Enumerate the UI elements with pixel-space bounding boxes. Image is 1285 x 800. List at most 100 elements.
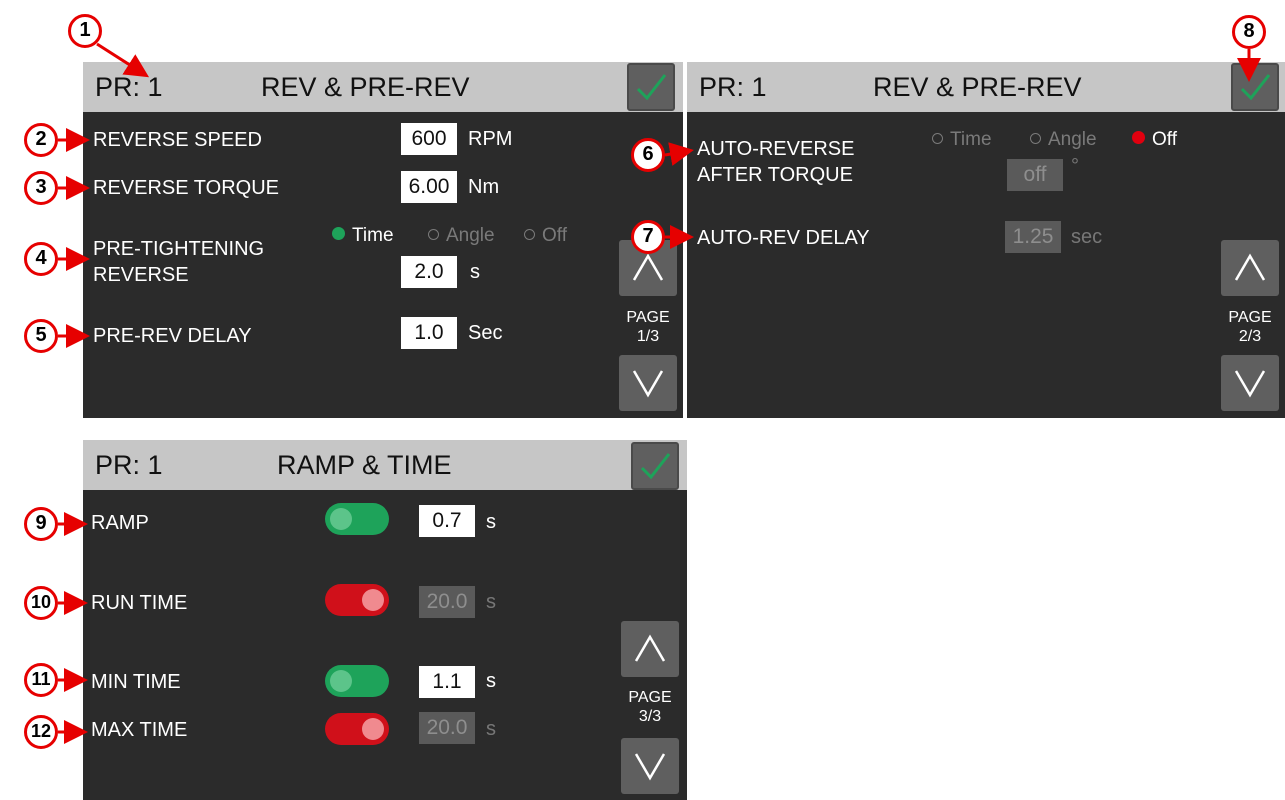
auto-reverse-input[interactable]: off [1007, 159, 1063, 191]
radio-dot-selected [332, 227, 345, 240]
page-number: 1/3 [636, 328, 660, 345]
reverse-speed-input[interactable]: 600 [401, 123, 457, 155]
check-icon [1240, 74, 1271, 101]
radio-dot [1030, 133, 1041, 144]
callout-12: 12 [24, 715, 58, 749]
confirm-button[interactable] [631, 442, 679, 490]
run-time-toggle[interactable] [325, 584, 389, 616]
callout-6: 6 [631, 138, 665, 172]
pre-tightening-unit: s [470, 261, 480, 283]
page-label: PAGE [628, 689, 672, 706]
radio-label: Time [950, 129, 992, 150]
toggle-knob [330, 508, 352, 530]
reverse-torque-label: REVERSE TORQUE [93, 177, 279, 199]
pre-tightening-radio-angle[interactable]: Angle [428, 225, 495, 247]
chevron-down-icon [1234, 370, 1266, 398]
confirm-button[interactable] [627, 63, 675, 111]
pre-tightening-label-2: REVERSE [93, 264, 189, 286]
page-up-button[interactable] [621, 621, 679, 677]
max-time-input[interactable]: 20.0 [419, 712, 475, 744]
ramp-unit: s [486, 511, 496, 533]
page-label: PAGE [1228, 309, 1272, 326]
callout-5: 5 [24, 319, 58, 353]
page-up-button[interactable] [1221, 240, 1279, 296]
ramp-input[interactable]: 0.7 [419, 505, 475, 537]
run-time-input[interactable]: 20.0 [419, 586, 475, 618]
page-indicator: PAGE 3/3 [615, 688, 685, 726]
callout-11: 11 [24, 663, 58, 697]
page-indicator: PAGE 2/3 [1215, 308, 1285, 346]
panel-rev-prerev-page1: PR: 1 REV & PRE-REV REVERSE SPEED 600 RP… [83, 62, 683, 418]
callout-2: 2 [24, 123, 58, 157]
run-time-label: RUN TIME [91, 592, 188, 614]
page-title: REV & PRE-REV [873, 72, 1082, 102]
auto-reverse-radio-off[interactable]: Off [1132, 129, 1177, 151]
chevron-up-icon [1234, 253, 1266, 281]
reverse-torque-input[interactable]: 6.00 [401, 171, 457, 203]
pre-tightening-input[interactable]: 2.0 [401, 256, 457, 288]
callout-9: 9 [24, 507, 58, 541]
radio-dot [524, 229, 535, 240]
page-title: RAMP & TIME [277, 450, 452, 480]
auto-rev-delay-unit: sec [1071, 226, 1103, 248]
auto-reverse-label: AUTO-REVERSE [697, 138, 855, 160]
chevron-up-icon [632, 253, 664, 281]
max-time-label: MAX TIME [91, 719, 188, 741]
panel-header: PR: 1 REV & PRE-REV [687, 62, 1285, 112]
radio-label: Angle [1048, 129, 1097, 150]
pre-tightening-label: PRE-TIGHTENING [93, 238, 265, 260]
radio-dot [932, 133, 943, 144]
min-time-label: MIN TIME [91, 671, 181, 693]
radio-dot-selected [1132, 131, 1145, 144]
reverse-torque-unit: Nm [468, 176, 500, 198]
toggle-knob [362, 589, 384, 611]
radio-label: Time [352, 225, 394, 246]
confirm-button[interactable] [1231, 63, 1279, 111]
pre-rev-delay-unit: Sec [468, 322, 503, 344]
min-time-unit: s [486, 670, 496, 692]
callout-7: 7 [631, 220, 665, 254]
pre-rev-delay-input[interactable]: 1.0 [401, 317, 457, 349]
ramp-label: RAMP [91, 512, 149, 534]
page-down-button[interactable] [621, 738, 679, 794]
chevron-down-icon [632, 370, 664, 398]
max-time-unit: s [486, 718, 496, 740]
program-label: PR: 1 [95, 72, 163, 102]
page-number: 2/3 [1238, 328, 1262, 345]
auto-rev-delay-label: AUTO-REV DELAY [697, 227, 870, 249]
radio-label: Angle [446, 225, 495, 246]
chevron-down-icon [634, 753, 666, 781]
auto-reverse-radio-time[interactable]: Time [932, 129, 992, 151]
radio-label: Off [542, 225, 567, 246]
check-icon [636, 74, 667, 101]
callout-3: 3 [24, 171, 58, 205]
page-number: 3/3 [638, 708, 662, 725]
chevron-up-icon [634, 634, 666, 662]
min-time-toggle[interactable] [325, 665, 389, 697]
page-label: PAGE [626, 309, 670, 326]
page-title: REV & PRE-REV [261, 72, 470, 102]
reverse-speed-label: REVERSE SPEED [93, 129, 262, 151]
page-indicator: PAGE 1/3 [613, 308, 683, 346]
auto-rev-delay-input[interactable]: 1.25 [1005, 221, 1061, 253]
radio-dot [428, 229, 439, 240]
auto-reverse-label-2: AFTER TORQUE [697, 164, 853, 186]
callout-1: 1 [68, 14, 102, 48]
ramp-toggle[interactable] [325, 503, 389, 535]
auto-reverse-radio-angle[interactable]: Angle [1030, 129, 1097, 151]
page-down-button[interactable] [619, 355, 677, 411]
panel-ramp-time-page3: PR: 1 RAMP & TIME RAMP 0.7 s RUN TIME 20… [83, 440, 687, 800]
panel-header: PR: 1 RAMP & TIME [83, 440, 687, 490]
min-time-input[interactable]: 1.1 [419, 666, 475, 698]
max-time-toggle[interactable] [325, 713, 389, 745]
pre-tightening-radio-off[interactable]: Off [524, 225, 567, 247]
panel-rev-prerev-page2: PR: 1 REV & PRE-REV AUTO-REVERSE AFTER T… [687, 62, 1285, 418]
panel-header: PR: 1 REV & PRE-REV [83, 62, 683, 112]
page-down-button[interactable] [1221, 355, 1279, 411]
pre-tightening-radio-time[interactable]: Time [332, 225, 394, 247]
run-time-unit: s [486, 591, 496, 613]
toggle-knob [330, 670, 352, 692]
radio-label: Off [1152, 129, 1177, 150]
reverse-speed-unit: RPM [468, 128, 513, 150]
pre-rev-delay-label: PRE-REV DELAY [93, 325, 252, 347]
